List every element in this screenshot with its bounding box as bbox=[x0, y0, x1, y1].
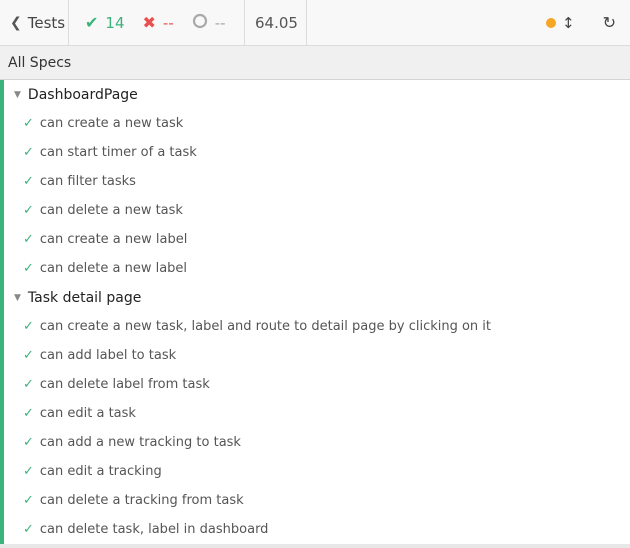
test-item[interactable]: ✓ can delete a new label bbox=[0, 254, 630, 283]
test-item[interactable]: ✓ can create a new task, label and route … bbox=[0, 312, 630, 341]
suite-header[interactable]: ▼ DashboardPage bbox=[0, 80, 630, 109]
check-icon: ✓ bbox=[23, 406, 34, 421]
test-title: can delete task, label in dashboard bbox=[39, 522, 269, 537]
check-icon: ✓ bbox=[23, 232, 34, 247]
test-title: can filter tasks bbox=[39, 174, 136, 189]
test-title: can create a new label bbox=[39, 232, 188, 247]
x-icon: ✖ bbox=[142, 12, 156, 32]
test-item[interactable]: ✓ can delete task, label in dashboard bbox=[0, 515, 630, 544]
page-title: All Specs bbox=[8, 54, 72, 71]
test-title: can add a new tracking to task bbox=[39, 435, 241, 450]
test-item[interactable]: ✓ can edit a tracking bbox=[0, 457, 630, 486]
test-title: can create a new task bbox=[39, 116, 184, 131]
caret-down-icon: ▼ bbox=[14, 292, 21, 303]
check-icon: ✓ bbox=[23, 174, 34, 189]
all-specs-header: All Specs bbox=[0, 46, 630, 80]
duration: 64.05 bbox=[245, 0, 307, 45]
caret-down-icon: ▼ bbox=[14, 89, 21, 100]
suite-title: Task detail page bbox=[27, 289, 142, 306]
check-icon: ✔ bbox=[85, 12, 99, 32]
passed-value: 14 bbox=[105, 13, 125, 32]
test-stats: ✔ 14 ✖ -- -- bbox=[69, 0, 245, 45]
passed-count: ✔ 14 bbox=[85, 14, 125, 32]
test-item[interactable]: ✓ can add a new tracking to task bbox=[0, 428, 630, 457]
check-icon: ✓ bbox=[23, 319, 34, 334]
test-item[interactable]: ✓ can create a new task bbox=[0, 109, 630, 138]
pending-value: -- bbox=[214, 13, 226, 32]
test-title: can create a new task, label and route t… bbox=[39, 319, 492, 334]
check-icon: ✓ bbox=[23, 435, 34, 450]
test-title: can add label to task bbox=[39, 348, 177, 363]
check-icon: ✓ bbox=[23, 116, 34, 131]
check-icon: ✓ bbox=[23, 493, 34, 508]
test-item[interactable]: ✓ can create a new label bbox=[0, 225, 630, 254]
chevron-left-icon: ❮ bbox=[10, 14, 22, 31]
bottom-border bbox=[0, 544, 630, 548]
check-icon: ✓ bbox=[23, 203, 34, 218]
circle-icon bbox=[192, 13, 208, 32]
pending-count: -- bbox=[192, 13, 226, 32]
check-icon: ✓ bbox=[23, 464, 34, 479]
test-title: can start timer of a task bbox=[39, 145, 197, 160]
reload-icon[interactable]: ↻ bbox=[603, 13, 616, 32]
back-button-label: Tests bbox=[27, 13, 66, 32]
toolbar-controls: ↕ ↻ bbox=[540, 0, 630, 45]
test-title: can delete a new label bbox=[39, 261, 188, 276]
suite-header[interactable]: ▼ Task detail page bbox=[0, 283, 630, 312]
failed-value: -- bbox=[162, 13, 174, 32]
spec-tree: ▼ DashboardPage ✓ can create a new task ✓… bbox=[0, 80, 630, 544]
test-item[interactable]: ✓ can add label to task bbox=[0, 341, 630, 370]
test-title: can delete label from task bbox=[39, 377, 210, 392]
orange-dot-icon bbox=[546, 17, 557, 28]
vertical-arrows-icon[interactable]: ↕ bbox=[562, 14, 575, 32]
test-item[interactable]: ✓ can edit a task bbox=[0, 399, 630, 428]
test-title: can delete a tracking from task bbox=[39, 493, 244, 508]
test-item[interactable]: ✓ can delete a new task bbox=[0, 196, 630, 225]
reporter-toolbar: ❮ Tests ✔ 14 ✖ -- -- 64.05 ↕ ↻ bbox=[0, 0, 630, 46]
check-icon: ✓ bbox=[23, 522, 34, 537]
back-to-tests-button[interactable]: ❮ Tests bbox=[0, 0, 69, 45]
check-icon: ✓ bbox=[23, 145, 34, 160]
check-icon: ✓ bbox=[23, 261, 34, 276]
test-item[interactable]: ✓ can delete label from task bbox=[0, 370, 630, 399]
test-item[interactable]: ✓ can delete a tracking from task bbox=[0, 486, 630, 515]
suite-title: DashboardPage bbox=[27, 86, 138, 103]
test-item[interactable]: ✓ can filter tasks bbox=[0, 167, 630, 196]
test-title: can edit a tracking bbox=[39, 464, 162, 479]
check-icon: ✓ bbox=[23, 377, 34, 392]
test-title: can edit a task bbox=[39, 406, 136, 421]
test-title: can delete a new task bbox=[39, 203, 183, 218]
failed-count: ✖ -- bbox=[143, 14, 174, 32]
check-icon: ✓ bbox=[23, 348, 34, 363]
test-item[interactable]: ✓ can start timer of a task bbox=[0, 138, 630, 167]
